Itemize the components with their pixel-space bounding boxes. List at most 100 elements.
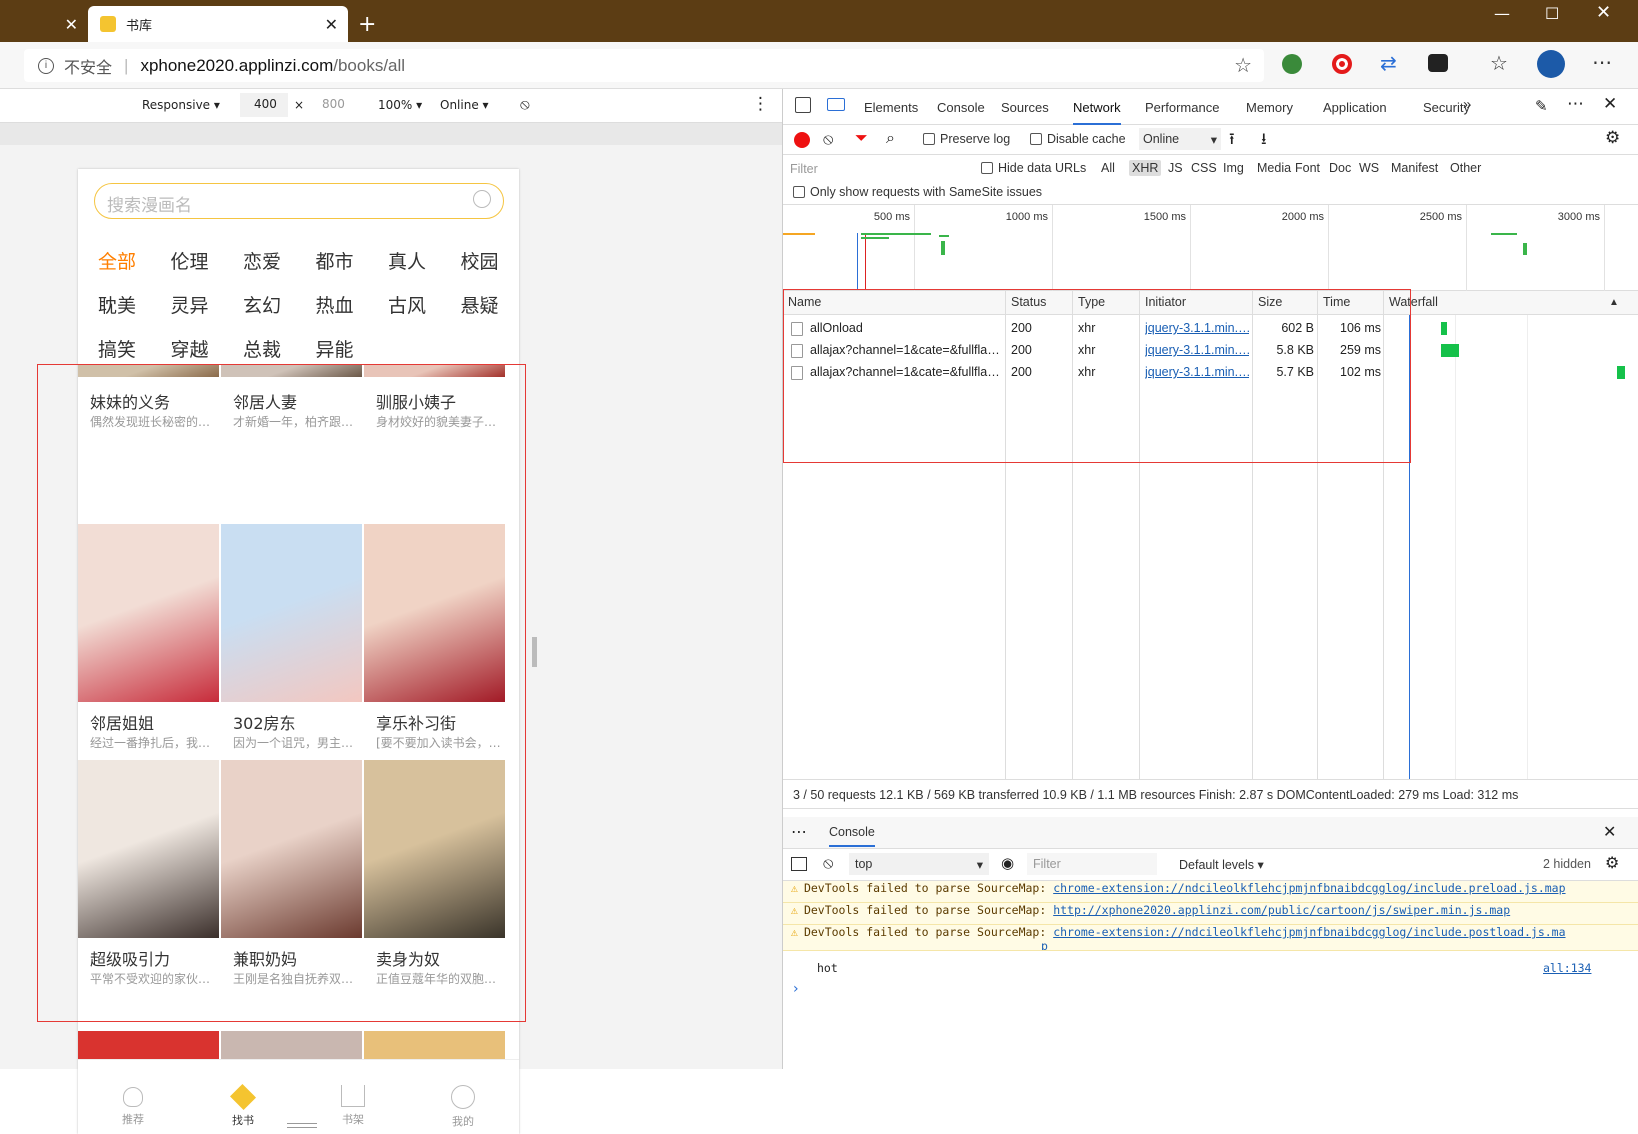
hide-data-urls-checkbox[interactable]: Hide data URLs <box>981 161 1086 175</box>
inspect-icon[interactable] <box>795 97 811 113</box>
devtools-tab-memory[interactable]: Memory <box>1246 100 1293 115</box>
search-input[interactable]: 搜索漫画名 <box>94 183 504 219</box>
network-throttle-select[interactable]: Online ▾ <box>1139 128 1221 150</box>
log-levels-select[interactable]: Default levels ▾ <box>1179 857 1264 872</box>
device-more-icon[interactable]: ⋮ <box>752 94 769 114</box>
type-filter-font[interactable]: Font <box>1295 161 1320 175</box>
type-filter-xhr[interactable]: XHR <box>1129 160 1162 176</box>
book-cover[interactable] <box>364 1031 505 1059</box>
filter-input[interactable]: Filter <box>787 159 967 179</box>
url-box[interactable]: i 不安全 | xphone2020.applinzi.com/books/al… <box>24 49 1264 82</box>
opera-icon[interactable] <box>1332 54 1352 74</box>
live-expression-eye-icon[interactable]: ◉ <box>1001 854 1014 872</box>
search-icon[interactable]: ⌕ <box>886 128 895 148</box>
device-toggle-icon[interactable] <box>827 98 845 111</box>
drawer-menu-icon[interactable]: ⋯ <box>791 822 807 841</box>
category-item[interactable]: 热血 <box>316 291 354 318</box>
console-prompt[interactable]: › <box>793 981 799 997</box>
sort-icon[interactable]: ▲ <box>1609 297 1619 308</box>
console-filter-input[interactable]: Filter <box>1027 853 1157 875</box>
devtools-tab-elements[interactable]: Elements <box>864 100 918 115</box>
sidebar-toggle-icon[interactable] <box>791 857 807 871</box>
drawer-tab-console[interactable]: Console <box>829 825 875 847</box>
devtools-tab-performance[interactable]: Performance <box>1145 100 1219 115</box>
type-filter-ws[interactable]: WS <box>1359 161 1379 175</box>
type-filter-other[interactable]: Other <box>1450 161 1481 175</box>
type-filter-manifest[interactable]: Manifest <box>1391 161 1438 175</box>
search-icon[interactable] <box>473 190 491 208</box>
disable-cache-checkbox[interactable]: Disable cache <box>1030 132 1126 146</box>
new-tab-button[interactable]: + <box>358 6 376 42</box>
height-input[interactable]: 800 <box>308 93 356 117</box>
book-cover[interactable] <box>78 1031 219 1059</box>
settings-gear-icon[interactable]: ⚙ <box>1605 128 1620 148</box>
profile-avatar[interactable] <box>1537 50 1565 78</box>
device-mode-select[interactable]: Responsive ▾ <box>142 98 220 112</box>
width-input[interactable]: 400 <box>240 93 288 117</box>
category-item[interactable]: 恋爱 <box>243 247 281 274</box>
nav-mine[interactable]: 我的 <box>408 1079 518 1134</box>
close-tab-icon[interactable]: ✕ <box>65 15 78 34</box>
favorites-icon[interactable]: ☆ <box>1490 51 1508 75</box>
type-filter-img[interactable]: Img <box>1223 161 1244 175</box>
devtools-tab-network[interactable]: Network <box>1073 100 1121 125</box>
active-tab[interactable]: 书库 ✕ <box>88 6 348 42</box>
nav-recommend[interactable]: 推荐 <box>78 1079 188 1134</box>
nav-find-books[interactable]: 找书 <box>188 1079 298 1134</box>
devtools-tab-application[interactable]: Application <box>1323 100 1387 115</box>
zoom-select[interactable]: 100% ▾ <box>378 98 422 112</box>
category-item[interactable]: 玄幻 <box>243 291 281 318</box>
category-item[interactable]: 真人 <box>388 247 426 274</box>
import-har-icon[interactable]: ⭱ <box>1229 128 1235 155</box>
book-cover[interactable] <box>221 1031 362 1059</box>
sourcemap-link[interactable]: chrome-extension://ndcileolkflehcjpmjnfb… <box>1053 925 1565 939</box>
category-item[interactable]: 耽美 <box>98 291 136 318</box>
devtools-tab-sources[interactable]: Sources <box>1001 100 1049 115</box>
maximize-icon[interactable]: ☐ <box>1545 4 1559 23</box>
category-item[interactable]: 全部 <box>98 247 136 274</box>
export-har-icon[interactable]: ⭳ <box>1261 128 1267 155</box>
category-item[interactable]: 古风 <box>388 291 426 318</box>
favorite-star-icon[interactable]: ☆ <box>1234 53 1252 78</box>
filter-icon[interactable]: ⏷ <box>855 128 868 148</box>
type-filter-js[interactable]: JS <box>1168 161 1183 175</box>
type-filter-media[interactable]: Media <box>1257 161 1291 175</box>
feedback-icon[interactable]: ✎ <box>1535 97 1548 115</box>
clear-icon[interactable]: ⦸ <box>823 129 833 149</box>
more-tabs-icon[interactable]: » <box>1463 96 1471 113</box>
rotate-icon[interactable]: ⦸ <box>520 95 530 113</box>
sync-extension-icon[interactable]: ⇄ <box>1380 51 1397 75</box>
category-item[interactable]: 穿越 <box>171 335 209 362</box>
category-item[interactable]: 灵异 <box>171 291 209 318</box>
console-settings-icon[interactable]: ⚙ <box>1605 853 1619 872</box>
devtools-menu-icon[interactable]: ⋯ <box>1567 94 1584 114</box>
minimize-icon[interactable]: — <box>1494 4 1510 23</box>
more-menu-icon[interactable]: ⋯ <box>1592 50 1612 74</box>
close-devtools-icon[interactable]: ✕ <box>1603 94 1617 114</box>
resize-handle-right[interactable] <box>532 637 537 667</box>
throttle-select[interactable]: Online ▾ <box>440 98 489 112</box>
type-filter-all[interactable]: All <box>1101 161 1115 175</box>
category-item[interactable]: 总裁 <box>243 335 281 362</box>
log-source-link[interactable]: all:134 <box>1543 961 1591 975</box>
category-item[interactable]: 校园 <box>461 247 499 274</box>
category-item[interactable]: 悬疑 <box>461 291 499 318</box>
category-item[interactable]: 伦理 <box>171 247 209 274</box>
samesite-checkbox[interactable]: Only show requests with SameSite issues <box>793 185 1042 199</box>
devtools-tab-console[interactable]: Console <box>937 100 985 115</box>
previous-tab[interactable]: ✕ <box>0 6 88 42</box>
security-label[interactable]: 不安全 <box>64 54 112 78</box>
resize-handle-bottom[interactable] <box>287 1123 317 1128</box>
close-window-icon[interactable]: ✕ <box>1596 2 1611 23</box>
type-filter-css[interactable]: CSS <box>1191 161 1217 175</box>
incognito-icon[interactable] <box>1428 54 1448 72</box>
sourcemap-link[interactable]: http://xphone2020.applinzi.com/public/ca… <box>1053 903 1510 917</box>
extension-globe-icon[interactable] <box>1282 54 1302 74</box>
category-item[interactable]: 异能 <box>316 335 354 362</box>
close-tab-icon[interactable]: ✕ <box>325 15 338 34</box>
type-filter-doc[interactable]: Doc <box>1329 161 1351 175</box>
clear-console-icon[interactable]: ⦸ <box>823 853 833 873</box>
category-item[interactable]: 都市 <box>316 247 354 274</box>
preserve-log-checkbox[interactable]: Preserve log <box>923 132 1010 146</box>
record-icon[interactable] <box>794 132 810 148</box>
